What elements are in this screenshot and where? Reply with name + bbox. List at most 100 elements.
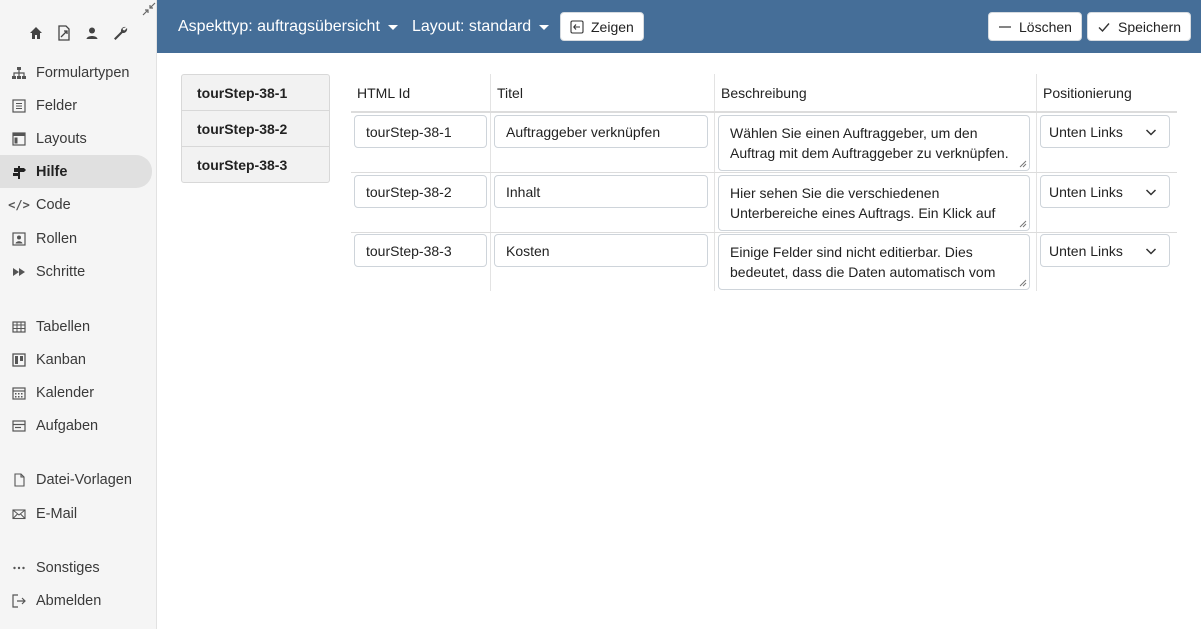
top-toolbar: Aspekttyp: auftragsübersicht Layout: sta… [157,0,1201,53]
positioning-select[interactable]: Unten Links [1040,234,1170,267]
positioning-select[interactable]: Unten Links [1040,175,1170,208]
sidebar-item-label: Kanban [36,351,86,368]
description-textarea[interactable]: Wählen Sie einen Auftraggeber, um den Au… [718,115,1030,171]
sitemap-icon [11,65,27,81]
aspect-type-dropdown[interactable]: Aspekttyp: auftragsübersicht [178,0,398,53]
sidebar-item-label: Layouts [36,130,87,147]
sidebar-item-tabellen[interactable]: Tabellen [0,310,152,343]
html-id-input[interactable]: tourStep-38-3 [354,234,487,267]
chevron-down-icon [1145,189,1157,196]
sidebar-item-e-mail[interactable]: E-Mail [0,497,152,530]
sidebar-item-sonstiges[interactable]: Sonstiges [0,551,152,584]
logout-icon [11,593,27,609]
delete-button-label: Löschen [1019,18,1072,35]
positioning-select[interactable]: Unten Links [1040,115,1170,148]
delete-button[interactable]: Löschen [988,12,1082,41]
sidebar-item-label: Schritte [36,263,86,280]
sidebar-top-icons [26,24,130,42]
sidebar-item-kanban[interactable]: Kanban [0,343,152,376]
row-divider [351,232,1177,233]
header-divider [351,112,1177,113]
sidebar-item-label: Rollen [36,230,78,247]
positioning-value: Unten Links [1049,123,1123,140]
layout-label: Layout: standard [412,17,532,35]
arrow-left-box-icon [570,19,584,34]
description-text: Hier sehen Sie die verschiedenen Unterbe… [730,185,996,221]
file-share-icon[interactable] [54,24,74,42]
collapse-sidebar-icon[interactable] [142,2,156,16]
layout-icon [11,131,27,147]
chevron-down-icon [1145,248,1157,255]
column-header-positioning: Positionierung [1043,85,1132,101]
description-textarea[interactable]: Hier sehen Sie die verschiedenen Unterbe… [718,175,1030,231]
home-icon[interactable] [26,24,46,42]
fast-forward-icon [11,264,27,280]
sidebar-item-label: Datei-Vorlagen [36,471,132,488]
caret-down-icon [539,24,550,30]
html-id-input[interactable]: tourStep-38-1 [354,115,487,148]
sidebar-item-label: Kalender [36,384,95,401]
check-icon [1097,20,1111,34]
sidebar-item-formulartypen[interactable]: Formulartypen [0,56,152,89]
description-text: Wählen Sie einen Auftraggeber, um den Au… [730,125,1009,161]
title-input[interactable]: Auftraggeber verknüpfen [494,115,708,148]
sidebar-item-schritte[interactable]: Schritte [0,255,152,288]
sidebar-item-label: Abmelden [36,592,102,609]
sidebar: Formulartypen Felder Layouts Hilfe </> C… [0,0,157,629]
wrench-icon[interactable] [110,24,130,42]
title-input[interactable]: Kosten [494,234,708,267]
sidebar-item-aufgaben[interactable]: Aufgaben [0,409,152,442]
step-item[interactable]: tourStep-38-3 [182,147,329,182]
tour-steps-table: HTML Id Titel Beschreibung Positionierun… [351,74,1177,291]
tour-steps-list: tourStep-38-1 tourStep-38-2 tourStep-38-… [181,74,330,183]
sidebar-item-label: Formulartypen [36,64,130,81]
layout-dropdown[interactable]: Layout: standard [412,0,550,53]
user-square-icon [11,231,27,247]
sidebar-item-label: Sonstiges [36,559,100,576]
column-header-title: Titel [497,85,523,101]
show-button[interactable]: Zeigen [560,12,644,41]
sidebar-item-label: Felder [36,97,78,114]
sidebar-item-rollen[interactable]: Rollen [0,222,152,255]
resize-grip-icon[interactable] [1017,277,1027,287]
sidebar-item-label: E-Mail [36,505,78,522]
ellipsis-icon [11,560,27,576]
title-input[interactable]: Inhalt [494,175,708,208]
sidebar-item-label: Tabellen [36,318,91,335]
resize-grip-icon[interactable] [1017,218,1027,228]
sidebar-item-code[interactable]: </> Code [0,188,152,221]
positioning-value: Unten Links [1049,242,1123,259]
caret-down-icon [387,24,398,30]
sidebar-item-label: Code [36,196,71,213]
code-icon: </> [8,197,30,212]
save-button[interactable]: Speichern [1087,12,1192,41]
description-textarea[interactable]: Einige Felder sind nicht editierbar. Die… [718,234,1030,290]
description-text: Einige Felder sind nicht editierbar. Die… [730,244,996,280]
user-icon[interactable] [82,24,102,42]
sidebar-item-felder[interactable]: Felder [0,89,152,122]
sidebar-item-kalender[interactable]: Kalender [0,376,152,409]
html-id-input[interactable]: tourStep-38-2 [354,175,487,208]
step-item[interactable]: tourStep-38-2 [182,111,329,147]
envelope-icon [11,506,27,522]
sidebar-item-layouts[interactable]: Layouts [0,122,152,155]
resize-grip-icon[interactable] [1017,158,1027,168]
sidebar-item-hilfe[interactable]: Hilfe [0,155,152,188]
tasks-icon [11,418,27,434]
sidebar-item-abmelden[interactable]: Abmelden [0,584,152,617]
kanban-icon [11,352,27,368]
column-header-html-id: HTML Id [357,85,411,101]
row-divider [351,172,1177,173]
chevron-down-icon [1145,129,1157,136]
show-button-label: Zeigen [591,18,634,35]
aspect-type-label: Aspekttyp: auftragsübersicht [178,17,380,35]
calendar-icon [11,385,27,401]
signpost-icon [11,164,27,180]
sidebar-item-datei-vorlagen[interactable]: Datei-Vorlagen [0,463,152,496]
step-item[interactable]: tourStep-38-1 [182,75,329,111]
sidebar-item-label: Aufgaben [36,417,99,434]
minus-icon [998,20,1012,34]
save-button-label: Speichern [1118,18,1182,35]
sidebar-item-label: Hilfe [36,163,68,180]
positioning-value: Unten Links [1049,183,1123,200]
